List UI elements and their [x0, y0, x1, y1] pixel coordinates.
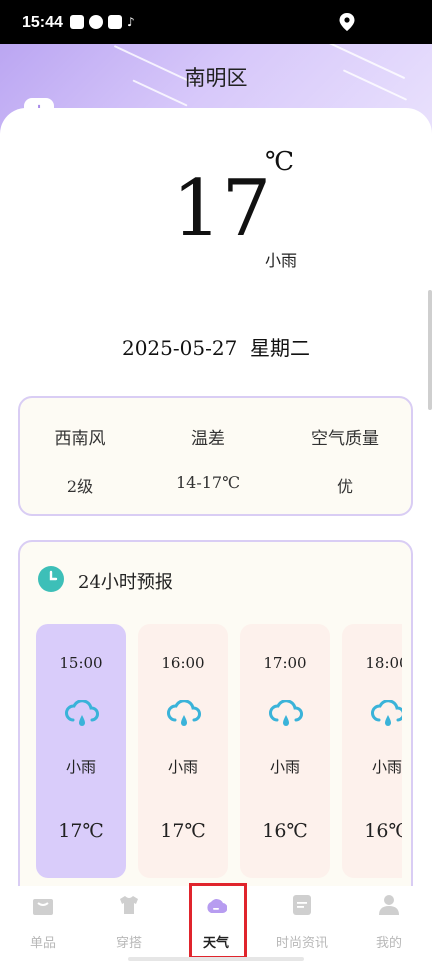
current-condition: 小雨: [265, 251, 298, 270]
temp-range-info: 温差 14-17℃: [148, 424, 268, 492]
hour-condition: 小雨: [65, 758, 96, 776]
location-pin-icon: [339, 13, 355, 31]
hour-condition: 小雨: [167, 758, 198, 776]
person-icon: [379, 895, 399, 915]
light-rain-icon: [269, 700, 303, 726]
mail-icon: [108, 15, 122, 29]
nav-item-outfits[interactable]: 穿搭: [86, 886, 172, 964]
nav-item-fashion-news[interactable]: 时尚资讯: [259, 886, 345, 964]
hour-time: 16:00: [161, 654, 205, 672]
hour-temp: 17℃: [160, 820, 206, 842]
document-icon: [293, 895, 311, 915]
hourly-forecast-card: 24小时预报 15:00 小雨 17℃ 16:00 小雨 17℃ 17:00 小…: [18, 540, 413, 900]
hour-condition: 小雨: [371, 758, 402, 776]
nav-item-profile[interactable]: 我的: [346, 886, 432, 964]
hour-card[interactable]: 17:00 小雨 16℃: [240, 624, 330, 878]
status-bar: 15:44 ♪: [0, 0, 432, 44]
hour-card[interactable]: 16:00 小雨 17℃: [138, 624, 228, 878]
tiktok-icon: ♪: [127, 15, 135, 29]
light-rain-icon: [167, 700, 201, 726]
info-label: 温差: [191, 429, 225, 449]
hour-time: 15:00: [59, 654, 103, 672]
page-title: 南明区: [184, 66, 248, 90]
shirt-icon: [120, 896, 138, 914]
info-value: 优: [336, 477, 353, 496]
wind-info: 西南风 2级: [20, 424, 140, 497]
clock-icon: [38, 566, 64, 592]
hour-time: 18:00: [365, 654, 402, 672]
nav-label: 穿搭: [115, 936, 142, 951]
nav-label: 时尚资讯: [275, 936, 328, 951]
status-icons: ♪: [70, 15, 141, 29]
status-time: 15:44: [22, 14, 63, 31]
current-date: 2025-05-27: [121, 336, 238, 360]
air-quality-info: 空气质量 优: [285, 424, 405, 497]
nav-label: 单品: [29, 936, 56, 951]
current-temperature: 17: [172, 164, 272, 254]
hour-condition: 小雨: [269, 758, 300, 776]
hour-strip[interactable]: 15:00 小雨 17℃ 16:00 小雨 17℃ 17:00 小雨 16℃ 1…: [36, 624, 402, 880]
nav-item-items[interactable]: 单品: [0, 886, 86, 964]
date-line: 2025-05-27 星期二: [0, 332, 432, 361]
hour-temp: 16℃: [262, 820, 308, 842]
nav-label: 我的: [375, 936, 402, 951]
light-rain-icon: [65, 700, 99, 726]
info-value: 14-17℃: [175, 473, 241, 492]
active-tab-highlight: [189, 883, 247, 959]
bag-icon: [33, 899, 53, 915]
info-value: 2级: [66, 477, 94, 496]
info-label: 空气质量: [311, 429, 379, 449]
hour-temp: 16℃: [364, 820, 402, 842]
app-icon: [89, 15, 103, 29]
info-label: 西南风: [54, 429, 106, 449]
hour-temp: 17℃: [58, 820, 104, 842]
forecast-title: 24小时预报: [78, 572, 173, 593]
hour-card[interactable]: 15:00 小雨 17℃: [36, 624, 126, 878]
weather-info-card: 西南风 2级 温差 14-17℃ 空气质量 优: [18, 396, 413, 516]
hour-card[interactable]: 18:00 小雨 16℃: [342, 624, 402, 878]
current-weekday: 星期二: [250, 336, 311, 360]
calendar-icon: [70, 15, 84, 29]
home-indicator[interactable]: [128, 957, 304, 961]
temperature-unit: ℃: [265, 147, 295, 177]
light-rain-icon: [371, 700, 402, 726]
hour-time: 17:00: [263, 654, 307, 672]
